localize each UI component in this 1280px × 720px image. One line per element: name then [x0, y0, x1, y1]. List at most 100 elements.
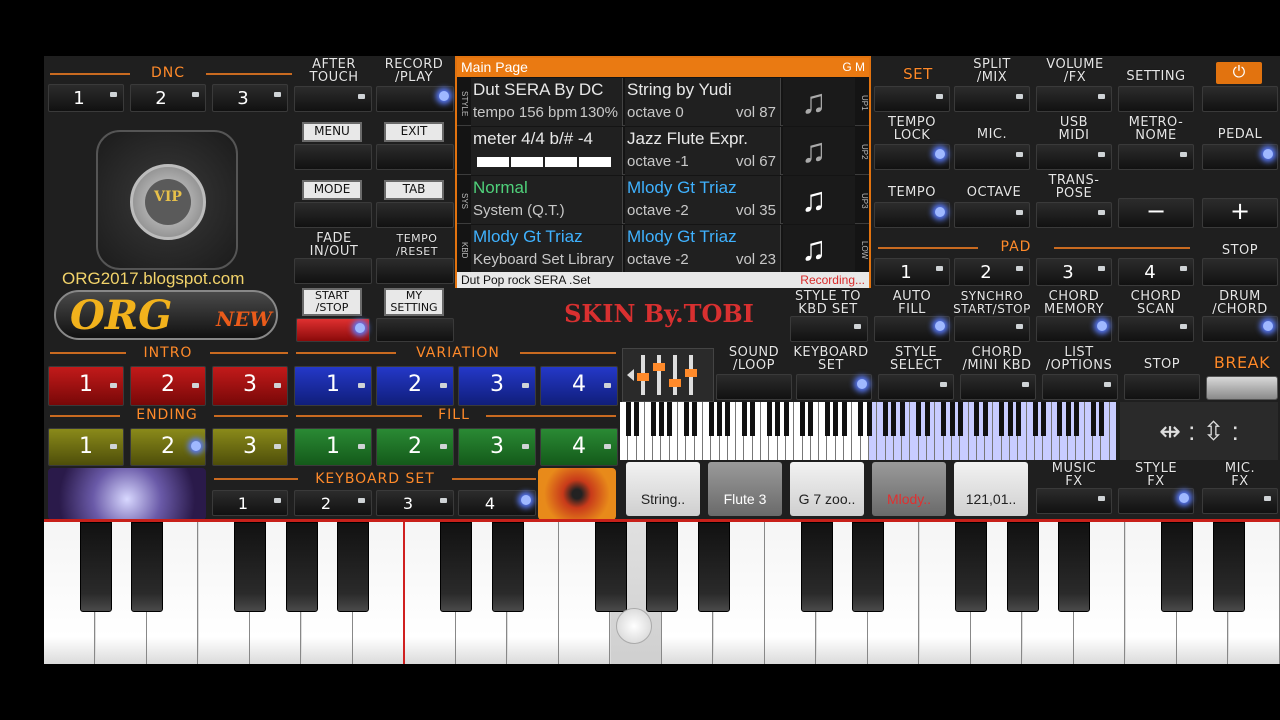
octave-button[interactable] — [954, 202, 1030, 228]
sound-chip-string[interactable]: String.. — [626, 462, 700, 516]
voice-cell-up3[interactable]: Mlody Gt Triaz octave -2 vol 35 — [625, 176, 781, 224]
sound-chip-flute[interactable]: Flute 3 — [708, 462, 782, 516]
menu-button[interactable]: MENU — [302, 122, 362, 142]
variation-button-3[interactable]: 3 — [458, 366, 536, 406]
volume-fx-button[interactable] — [1036, 86, 1112, 112]
music-note-icon[interactable]: ♫ — [783, 225, 855, 273]
mode-button[interactable]: MODE — [302, 180, 362, 200]
my-setting-button[interactable] — [376, 318, 454, 342]
pad-button-2[interactable]: 2 — [954, 258, 1030, 286]
pedal-button[interactable] — [1202, 144, 1278, 170]
fill-button-1[interactable]: 1 — [294, 428, 372, 466]
fill-button-2[interactable]: 2 — [376, 428, 454, 466]
fade-button[interactable] — [294, 258, 372, 284]
music-note-icon[interactable]: ♫ — [783, 78, 855, 126]
mode-slot[interactable] — [294, 202, 372, 228]
exit-slot[interactable] — [376, 144, 454, 170]
chord-mini-button[interactable] — [960, 374, 1036, 400]
variation-button-2[interactable]: 2 — [376, 366, 454, 406]
after-touch-button[interactable] — [294, 86, 372, 112]
black-key[interactable] — [800, 522, 833, 612]
black-key[interactable] — [1058, 522, 1090, 612]
start-stop-button[interactable] — [296, 318, 370, 342]
style-select-button[interactable] — [878, 374, 954, 400]
intro-button-3[interactable]: 3 — [212, 366, 288, 406]
tempo-button[interactable] — [874, 202, 950, 228]
keyboard-set-button-2[interactable]: 2 — [294, 490, 372, 516]
main-row-keyboard[interactable]: KBD Mlody Gt Triaz Keyboard Set Library … — [457, 225, 869, 273]
ending-button-3[interactable]: 3 — [212, 428, 288, 466]
fill-button-3[interactable]: 3 — [458, 428, 536, 466]
voice-cell-up1[interactable]: String by Yudi octave 0 vol 87 — [625, 78, 781, 126]
break-button[interactable] — [1206, 376, 1278, 400]
style-to-kbd-button[interactable] — [790, 316, 868, 342]
pad-button-3[interactable]: 3 — [1036, 258, 1112, 286]
black-key[interactable] — [337, 522, 369, 612]
menu-slot[interactable] — [294, 144, 372, 170]
voice-cell-low[interactable]: Mlody Gt Triaz octave -2 vol 23 — [625, 225, 781, 273]
dnc-button-1[interactable]: 1 — [48, 84, 124, 112]
voice-cell-up2[interactable]: Jazz Flute Expr. octave -1 vol 67 — [625, 127, 781, 175]
scroll-handle[interactable] — [616, 608, 652, 644]
list-options-button[interactable] — [1042, 374, 1118, 400]
pad-button-4[interactable]: 4 — [1118, 258, 1194, 286]
black-key[interactable] — [79, 522, 112, 612]
black-key[interactable] — [131, 522, 163, 612]
mixer-icon[interactable] — [622, 348, 714, 402]
power-slot[interactable] — [1202, 86, 1278, 112]
set-button[interactable] — [874, 86, 950, 112]
fill-button-4[interactable]: 4 — [540, 428, 618, 466]
metronome-button[interactable] — [1118, 144, 1194, 170]
vip-button[interactable]: VIP — [96, 130, 238, 270]
chord-scan-button[interactable] — [1118, 316, 1194, 342]
black-key[interactable] — [955, 522, 987, 612]
sound-chip-121[interactable]: 121,01.. — [954, 462, 1028, 516]
tempo-lock-button[interactable] — [874, 144, 950, 170]
piano-keyboard[interactable] — [44, 522, 1280, 664]
minus-button[interactable]: − — [1118, 198, 1194, 228]
kbd-cell[interactable]: Mlody Gt Triaz Keyboard Set Library — [471, 225, 623, 273]
keyboard-set-button[interactable] — [796, 374, 872, 400]
intro-button-2[interactable]: 2 — [130, 366, 206, 406]
music-fx-button[interactable] — [1036, 488, 1112, 514]
style-fx-button[interactable] — [1118, 488, 1194, 514]
synchro-button[interactable] — [954, 316, 1030, 342]
plus-button[interactable]: + — [1202, 198, 1278, 228]
intro-button-1[interactable]: 1 — [48, 366, 124, 406]
drum-chord-button[interactable] — [1202, 316, 1278, 342]
setting-button[interactable] — [1118, 86, 1194, 112]
variation-button-1[interactable]: 1 — [294, 366, 372, 406]
keyboard-set-button-3[interactable]: 3 — [376, 490, 454, 516]
ending-button-1[interactable]: 1 — [48, 428, 124, 466]
ending-button-2[interactable]: 2 — [130, 428, 206, 466]
transpose-button[interactable] — [1036, 202, 1112, 228]
black-key[interactable] — [1212, 522, 1245, 612]
mini-keyboard[interactable] — [620, 402, 1116, 460]
tab-button[interactable]: TAB — [384, 180, 444, 200]
black-key[interactable] — [234, 522, 266, 612]
pad-stop-button[interactable] — [1202, 258, 1278, 286]
chord-memory-button[interactable] — [1036, 316, 1112, 342]
main-row-system[interactable]: SYS Normal System (Q.T.) Mlody Gt Triaz … — [457, 176, 869, 224]
black-key[interactable] — [646, 522, 678, 612]
music-note-icon[interactable]: ♫ — [783, 176, 855, 224]
dnc-button-2[interactable]: 2 — [130, 84, 206, 112]
dnc-button-3[interactable]: 3 — [212, 84, 288, 112]
black-key[interactable] — [852, 522, 884, 612]
black-key[interactable] — [285, 522, 318, 612]
keyboard-set-button-4[interactable]: 4 — [458, 490, 536, 516]
record-play-button[interactable] — [376, 86, 454, 112]
sound-chip-g7[interactable]: G 7 zoo.. — [790, 462, 864, 516]
auto-fill-button[interactable] — [874, 316, 950, 342]
mic-button[interactable] — [954, 144, 1030, 170]
system-cell[interactable]: Normal System (Q.T.) — [471, 176, 623, 224]
split-mix-button[interactable] — [954, 86, 1030, 112]
tab-slot[interactable] — [376, 202, 454, 228]
power-icon[interactable]: ⏻ — [1216, 62, 1262, 84]
black-key[interactable] — [491, 522, 524, 612]
exit-button[interactable]: EXIT — [384, 122, 444, 142]
black-key[interactable] — [440, 522, 472, 612]
black-key[interactable] — [697, 522, 730, 612]
keyboard-set-button-1[interactable]: 1 — [212, 490, 288, 516]
main-row-style[interactable]: STYLE Dut SERA By DC tempo 156 bpm 130% … — [457, 78, 869, 126]
